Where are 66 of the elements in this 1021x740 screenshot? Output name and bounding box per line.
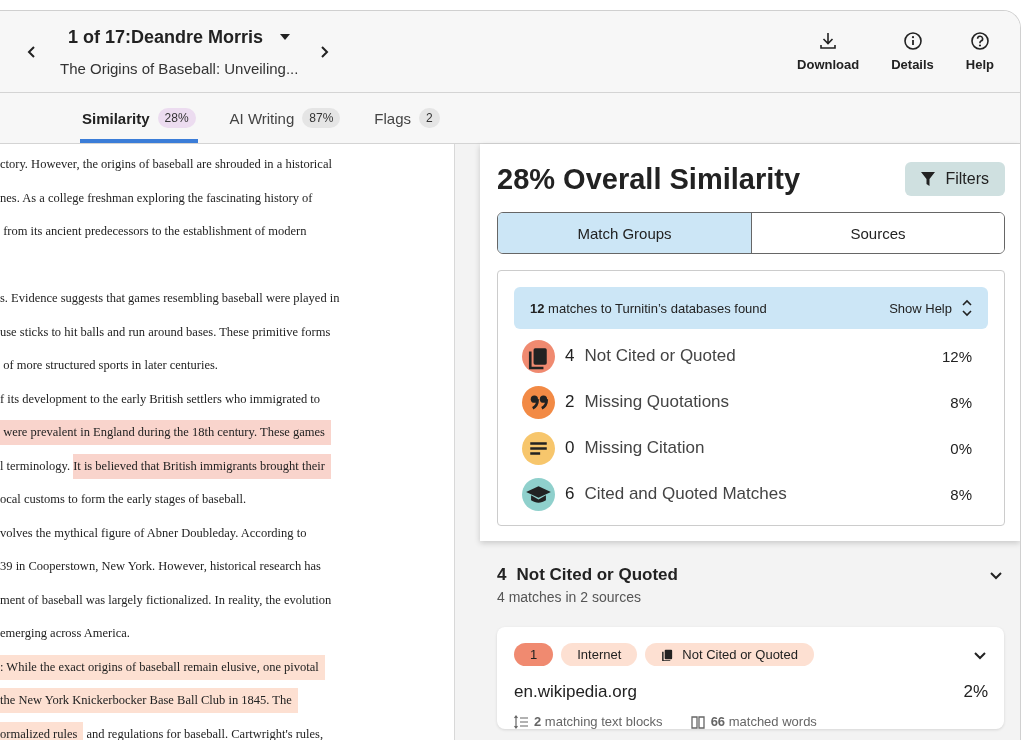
category-label[interactable]: Missing Quotations (584, 392, 951, 412)
info-icon (902, 31, 923, 51)
matched-words: 66 matched words (710, 714, 817, 729)
help-button[interactable]: Help (955, 27, 1004, 76)
help-icon (969, 31, 990, 51)
document-text: volves the mythical figure of Abner Doubleday. According to (0, 525, 307, 541)
filters-button[interactable]: Filters (905, 162, 1005, 196)
tab-badge: 87% (302, 108, 341, 128)
highlighted-text[interactable]: ormalized rules (0, 721, 84, 740)
category-label[interactable]: Missing Citation (584, 438, 951, 458)
document-text: ment of baseball was largely fictionalized. In reality, the evolution (0, 592, 332, 608)
category-label[interactable]: Not Cited or Quoted (584, 346, 942, 366)
submission-counter: 1 of 17:Deandre Morris (68, 26, 264, 48)
tab-badge: 28% (157, 108, 196, 128)
category-count: 2 (565, 392, 575, 412)
matches-summary: 12 matches to Turnitin’s databases found (530, 300, 767, 316)
document-text: emerging across America. (0, 626, 130, 642)
highlighted-text[interactable]: : While the exact origins of baseball remain elusive, one pivotal (0, 654, 325, 680)
category-tag: Not Cited or Quoted (645, 643, 814, 666)
document-text: nes. As a college freshman exploring the fascinating history of (0, 190, 313, 206)
category-count: 6 (565, 484, 575, 504)
highlighted-text[interactable]: It is believed that British immigrants brought their (73, 453, 331, 479)
source-type-tag: Internet (561, 643, 638, 666)
category-label[interactable]: Cited and Quoted Matches (584, 484, 951, 504)
show-help-button[interactable]: Show Help (889, 299, 972, 317)
filter-icon (921, 172, 936, 186)
document-text: l terminology. (0, 458, 71, 474)
source-percent: 2% (963, 682, 988, 702)
highlighted-text[interactable]: were prevalent in England during the 18th century. These games (0, 420, 331, 446)
category-count: 4 (565, 346, 575, 366)
document-text: of more structured sports in later centuries. (2, 358, 218, 374)
similarity-title: 28% Overall Similarity (497, 162, 801, 196)
view-toggle[interactable]: Match Groups (498, 213, 751, 253)
view-toggle[interactable]: Sources (751, 213, 1004, 253)
source-number: 1 (514, 643, 554, 666)
document-text: from its ancient predecessors to the establishment of modern (2, 224, 307, 240)
download-button[interactable]: Download (787, 27, 870, 76)
book-icon (690, 714, 705, 729)
category-percent: 0% (950, 439, 972, 457)
caret-icon[interactable] (279, 33, 292, 41)
category-percent: 12% (941, 347, 972, 365)
document-text: ctory. However, the origins of baseball are shrouded in a historical (0, 157, 332, 173)
download-icon (818, 31, 839, 51)
tab[interactable]: AI Writing 87% (227, 93, 343, 143)
group-subtitle: 4 matches in 2 sources (497, 589, 642, 605)
group-count: 4 (497, 565, 507, 585)
details-button[interactable]: Details (881, 27, 944, 76)
document-text: and regulations for baseball. Cartwright's rules, (85, 726, 324, 740)
tab-badge: 2 (419, 108, 440, 128)
expand-collapse-icon (962, 299, 972, 317)
document-text: use sticks to hit balls and run around bases. These primitive forms (0, 324, 331, 340)
pages-icon (661, 648, 675, 661)
tab[interactable]: Flags 2 (372, 93, 442, 143)
list-icon (514, 714, 528, 729)
group-title: Not Cited or Quoted (516, 565, 678, 585)
source-name[interactable]: en.wikipedia.org (514, 682, 637, 702)
category-percent: 8% (950, 393, 972, 411)
matching-blocks: 2 matching text blocks (534, 714, 663, 729)
document-text: ocal customs to form the early stages of baseball. (0, 492, 247, 508)
document-text: 39 in Cooperstown, New York. However, historical research has (0, 559, 321, 575)
category-percent: 8% (950, 485, 972, 503)
document-text: f its development to the early British settlers who immigrated to (0, 391, 321, 407)
category-count: 0 (565, 438, 575, 458)
highlighted-text[interactable]: the New York Knickerbocker Base Ball Club in 1845. The (0, 688, 298, 714)
paper-title: The Origins of Baseball: Unveiling... (60, 59, 299, 77)
document-text: s. Evidence suggests that games resembling baseball were played in (0, 291, 340, 307)
